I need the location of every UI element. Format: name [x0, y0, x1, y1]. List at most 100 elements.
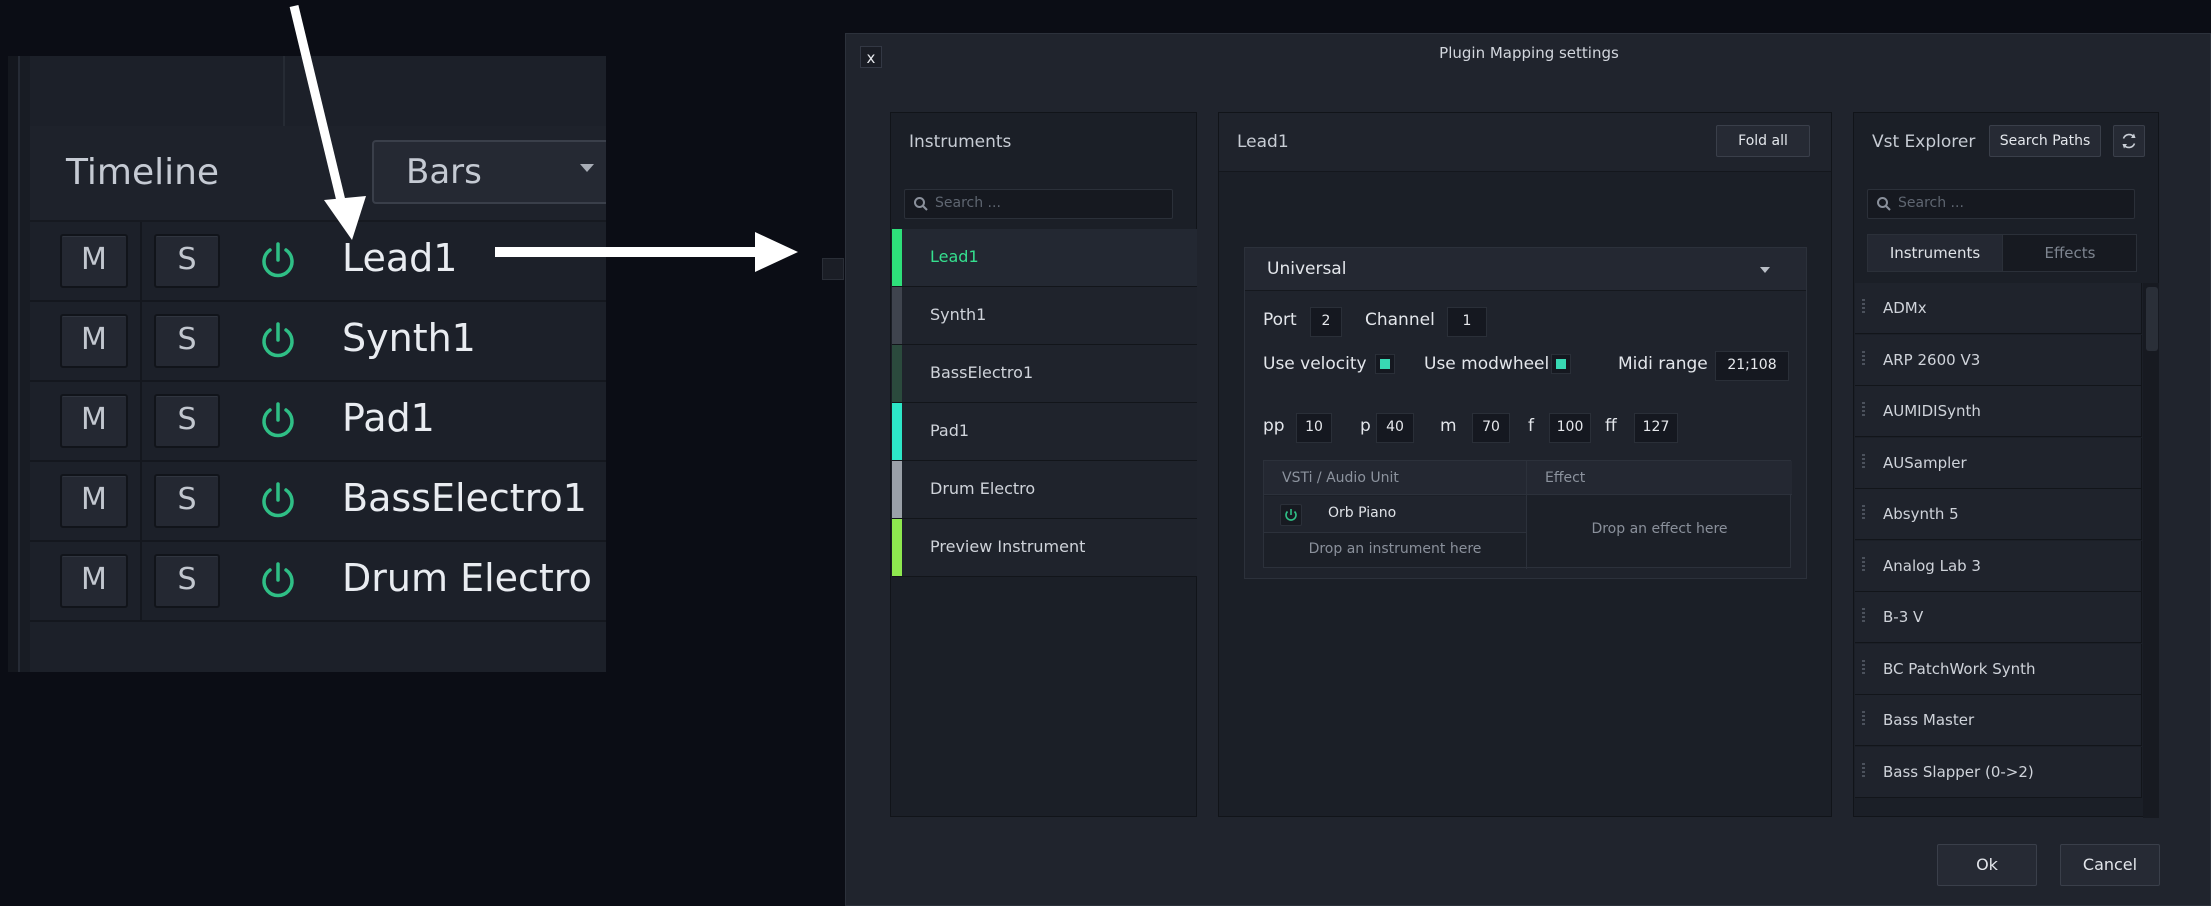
solo-button[interactable]: S: [154, 394, 220, 448]
instrument-plugin-row[interactable]: Orb Piano: [1264, 496, 1526, 533]
mute-button[interactable]: M: [60, 554, 128, 608]
midi-range-field[interactable]: 21;108: [1715, 351, 1789, 381]
timeline-footer: [30, 622, 606, 672]
instruments-pane: Instruments Search ... Lead1 Synth1 Bass…: [890, 112, 1197, 817]
mapping-pane: Lead1 Fold all Universal Port 2 Channel …: [1218, 112, 1832, 817]
vst-plugin-name: AUMIDISynth: [1883, 402, 1981, 420]
instrument-list-item[interactable]: Drum Electro: [892, 461, 1197, 519]
search-paths-button[interactable]: Search Paths: [1989, 125, 2101, 157]
vsti-column-header: VSTi / Audio Unit: [1264, 461, 1526, 495]
mute-button[interactable]: M: [60, 314, 128, 368]
drop-effect-zone[interactable]: Drop an effect here: [1527, 521, 1792, 537]
instrument-plugin-name: Orb Piano: [1328, 505, 1397, 521]
channel-field[interactable]: 1: [1447, 307, 1487, 337]
instrument-color-swatch: [892, 519, 902, 576]
refresh-icon: [2122, 133, 2136, 149]
port-label: Port: [1263, 310, 1297, 330]
vst-plugin-name: B-3 V: [1883, 608, 1924, 626]
solo-button[interactable]: S: [154, 474, 220, 528]
port-field[interactable]: 2: [1310, 307, 1342, 337]
instrument-list-item[interactable]: Synth1: [892, 287, 1197, 345]
track-name: Pad1: [342, 396, 435, 440]
dynamic-value-field[interactable]: 127: [1634, 413, 1678, 443]
instrument-label: Drum Electro: [930, 479, 1036, 498]
vst-list-item[interactable]: B-3 V: [1855, 592, 2142, 643]
vst-list-item[interactable]: BC PatchWork Synth: [1855, 643, 2142, 695]
drag-handle-icon[interactable]: [1862, 402, 1865, 418]
drag-handle-icon[interactable]: [1862, 659, 1865, 676]
instrument-color-swatch: [892, 345, 902, 402]
midi-range-label: Midi range: [1618, 354, 1708, 374]
instrument-color-swatch: [892, 287, 902, 344]
instrument-list-item[interactable]: Pad1: [892, 403, 1197, 461]
dynamic-value-field[interactable]: 40: [1376, 413, 1414, 443]
mute-button[interactable]: M: [60, 474, 128, 528]
use-modwheel-label: Use modwheel: [1424, 354, 1550, 374]
instrument-label: Pad1: [930, 421, 970, 440]
vst-list-item[interactable]: Bass Master: [1855, 695, 2142, 746]
drag-handle-icon[interactable]: [1862, 711, 1865, 727]
instrument-color-swatch: [892, 461, 902, 518]
annotation-arrow-right: [495, 232, 798, 272]
universal-section-header[interactable]: Universal: [1245, 248, 1806, 291]
vst-list-item[interactable]: AUMIDISynth: [1855, 386, 2142, 437]
drag-handle-icon[interactable]: [1862, 556, 1865, 573]
tab-effects[interactable]: Effects: [2003, 235, 2137, 271]
vst-plugin-name: AUSampler: [1883, 453, 1967, 472]
instrument-list-item[interactable]: Preview Instrument: [892, 519, 1197, 577]
track-row[interactable]: M S Synth1: [30, 302, 606, 382]
search-icon: [1877, 197, 1891, 211]
track-row[interactable]: M S Drum Electro: [30, 542, 606, 622]
track-row[interactable]: M S Pad1: [30, 382, 606, 462]
drop-instrument-zone[interactable]: Drop an instrument here: [1264, 541, 1526, 557]
use-modwheel-checkbox[interactable]: [1551, 354, 1571, 374]
vst-scrollbar-thumb[interactable]: [2146, 287, 2158, 351]
instrument-list-item[interactable]: Lead1: [892, 229, 1197, 287]
vst-list-item[interactable]: Absynth 5: [1855, 489, 2142, 540]
drag-handle-icon[interactable]: [1862, 350, 1865, 367]
vst-list-item[interactable]: ARP 2600 V3: [1855, 334, 2142, 386]
vst-plugin-name: Bass Master: [1883, 711, 1975, 729]
refresh-button[interactable]: [2113, 125, 2145, 157]
drag-handle-icon[interactable]: [1862, 299, 1865, 315]
power-icon[interactable]: [256, 558, 300, 602]
vst-plugin-name: Analog Lab 3: [1883, 556, 1981, 575]
annotation-arrow-down: [289, 4, 366, 240]
tab-instruments[interactable]: Instruments: [1868, 235, 2003, 271]
dynamic-value-field[interactable]: 100: [1549, 413, 1591, 443]
drag-handle-icon[interactable]: [1862, 453, 1865, 470]
instrument-label: Lead1: [930, 247, 979, 266]
use-velocity-checkbox[interactable]: [1375, 354, 1395, 374]
vst-scrollbar-track[interactable]: [2143, 283, 2159, 818]
instrument-list-item[interactable]: BassElectro1: [892, 345, 1197, 403]
plugin-mapping-dialog: x Plugin Mapping settings Instruments Se…: [845, 33, 2211, 906]
vst-list-item[interactable]: Bass Slapper (0->2): [1855, 746, 2142, 798]
vst-search-input[interactable]: Search ...: [1867, 189, 2135, 219]
track-row[interactable]: M S BassElectro1: [30, 462, 606, 542]
bars-select[interactable]: Bars: [372, 140, 606, 204]
drag-handle-icon[interactable]: [1862, 505, 1865, 521]
dynamic-value-field[interactable]: 70: [1472, 413, 1510, 443]
vst-list-item[interactable]: AUSampler: [1855, 437, 2142, 489]
vst-list-item[interactable]: ADMx: [1855, 283, 2142, 334]
vst-list-item[interactable]: Analog Lab 3: [1855, 540, 2142, 592]
solo-button[interactable]: S: [154, 554, 220, 608]
vst-explorer-pane: Vst Explorer Search Paths Search ... Ins…: [1853, 112, 2159, 818]
instruments-search-input[interactable]: Search ...: [904, 189, 1173, 219]
fold-all-button[interactable]: Fold all: [1716, 125, 1810, 157]
chevron-down-icon: [580, 164, 594, 172]
power-icon[interactable]: [256, 318, 300, 362]
mute-button[interactable]: M: [60, 394, 128, 448]
power-icon[interactable]: [256, 398, 300, 442]
ok-button[interactable]: Ok: [1937, 844, 2037, 886]
power-icon[interactable]: [1280, 504, 1302, 526]
cancel-button[interactable]: Cancel: [2060, 844, 2160, 886]
drag-handle-icon[interactable]: [1862, 762, 1865, 779]
solo-button[interactable]: S: [154, 314, 220, 368]
drag-handle-icon[interactable]: [1862, 608, 1865, 624]
use-velocity-label: Use velocity: [1263, 354, 1367, 374]
instrument-color-swatch: [892, 229, 902, 286]
mapping-title: Lead1: [1237, 132, 1289, 152]
dynamic-value-field[interactable]: 10: [1296, 413, 1332, 443]
power-icon[interactable]: [256, 478, 300, 522]
